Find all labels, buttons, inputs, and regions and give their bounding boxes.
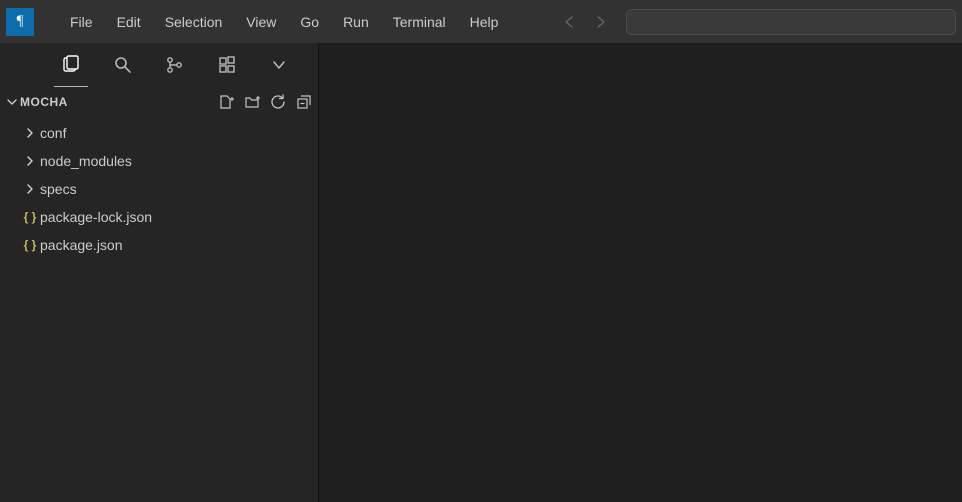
sidebar-panel-switcher bbox=[0, 43, 318, 87]
tree-item-label: specs bbox=[40, 181, 77, 197]
command-center-input[interactable] bbox=[626, 9, 956, 35]
json-file-icon: { } bbox=[20, 210, 40, 224]
json-file-icon: { } bbox=[20, 238, 40, 252]
tree-item-label: node_modules bbox=[40, 153, 132, 169]
panel-search-icon[interactable] bbox=[110, 52, 136, 78]
new-folder-icon[interactable] bbox=[244, 94, 260, 110]
titlebar: ¶ File Edit Selection View Go Run Termin… bbox=[0, 0, 962, 43]
tree-folder[interactable]: specs bbox=[0, 175, 318, 203]
menu-go[interactable]: Go bbox=[290, 10, 329, 34]
editor-area bbox=[319, 43, 962, 502]
panel-explorer-icon[interactable] bbox=[58, 52, 84, 78]
menu-selection[interactable]: Selection bbox=[155, 10, 233, 34]
nav-back-icon[interactable] bbox=[558, 10, 582, 34]
tree-item-label: conf bbox=[40, 125, 66, 141]
menu-view[interactable]: View bbox=[236, 10, 286, 34]
tree-item-label: package.json bbox=[40, 237, 123, 253]
menu-run[interactable]: Run bbox=[333, 10, 379, 34]
chevron-right-icon bbox=[20, 155, 40, 167]
chevron-down-icon bbox=[6, 96, 20, 108]
nav-forward-icon[interactable] bbox=[588, 10, 612, 34]
panel-extensions-icon[interactable] bbox=[214, 52, 240, 78]
file-tree: conf node_modules specs { } package-lock… bbox=[0, 117, 318, 259]
menu-file[interactable]: File bbox=[60, 10, 103, 34]
tree-file-json[interactable]: { } package.json bbox=[0, 231, 318, 259]
refresh-icon[interactable] bbox=[270, 94, 286, 110]
sidebar: MOCHA conf bbox=[0, 43, 319, 502]
app-logo-icon: ¶ bbox=[6, 8, 34, 36]
project-name: MOCHA bbox=[20, 95, 68, 109]
new-file-icon[interactable] bbox=[218, 94, 234, 110]
chevron-right-icon bbox=[20, 127, 40, 139]
panel-source-control-icon[interactable] bbox=[162, 52, 188, 78]
chevron-right-icon bbox=[20, 183, 40, 195]
panel-more-icon[interactable] bbox=[266, 52, 292, 78]
menu-terminal[interactable]: Terminal bbox=[383, 10, 456, 34]
tree-folder[interactable]: node_modules bbox=[0, 147, 318, 175]
menu-edit[interactable]: Edit bbox=[107, 10, 151, 34]
tree-file-json[interactable]: { } package-lock.json bbox=[0, 203, 318, 231]
explorer-header[interactable]: MOCHA bbox=[0, 87, 318, 117]
tree-item-label: package-lock.json bbox=[40, 209, 152, 225]
collapse-all-icon[interactable] bbox=[296, 94, 312, 110]
tree-folder[interactable]: conf bbox=[0, 119, 318, 147]
menu-help[interactable]: Help bbox=[460, 10, 509, 34]
